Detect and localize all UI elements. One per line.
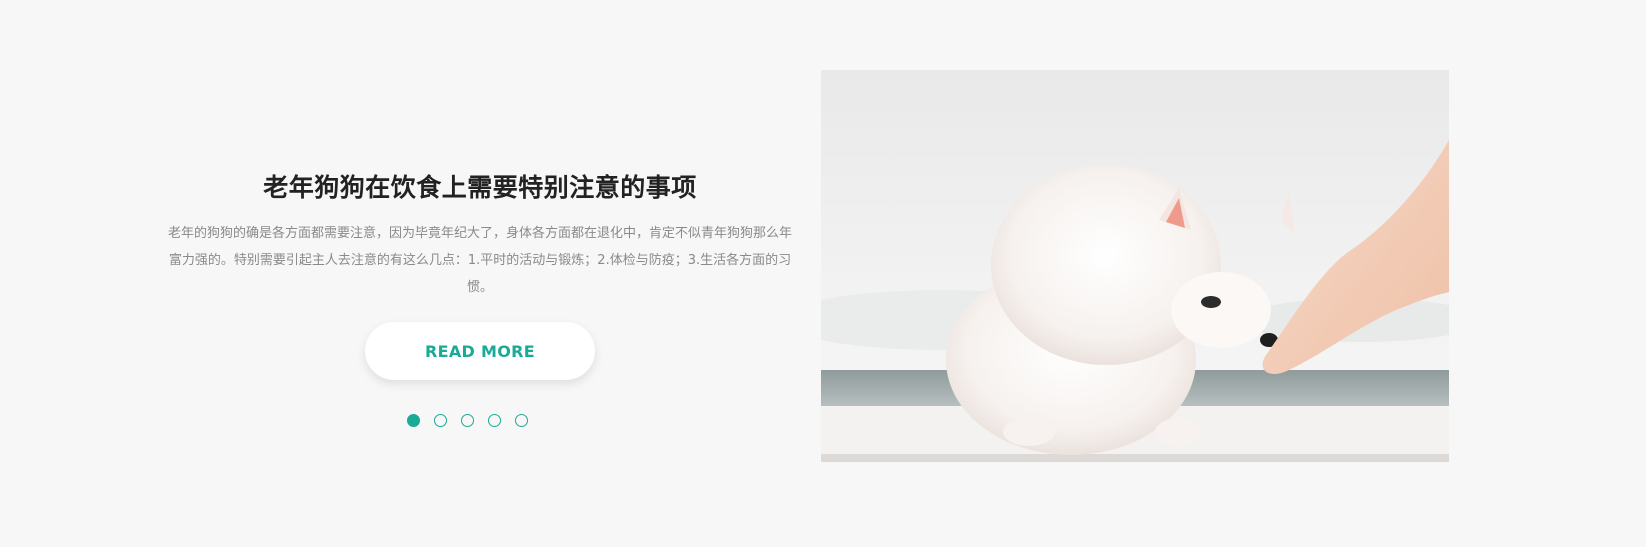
hero-slider: 老年狗狗在饮食上需要特别注意的事项 老年的狗狗的确是各方面都需要注意，因为毕竟年…	[0, 0, 1646, 547]
slide-image	[821, 70, 1449, 462]
slider-dot-4[interactable]	[488, 414, 501, 427]
slide-controls: READ MORE	[165, 168, 795, 448]
slider-dot-5[interactable]	[515, 414, 528, 427]
slider-dot-1[interactable]	[407, 414, 420, 427]
slider-dot-3[interactable]	[461, 414, 474, 427]
read-more-button[interactable]: READ MORE	[365, 322, 595, 380]
slider-dot-2[interactable]	[434, 414, 447, 427]
slider-pagination	[407, 414, 528, 427]
